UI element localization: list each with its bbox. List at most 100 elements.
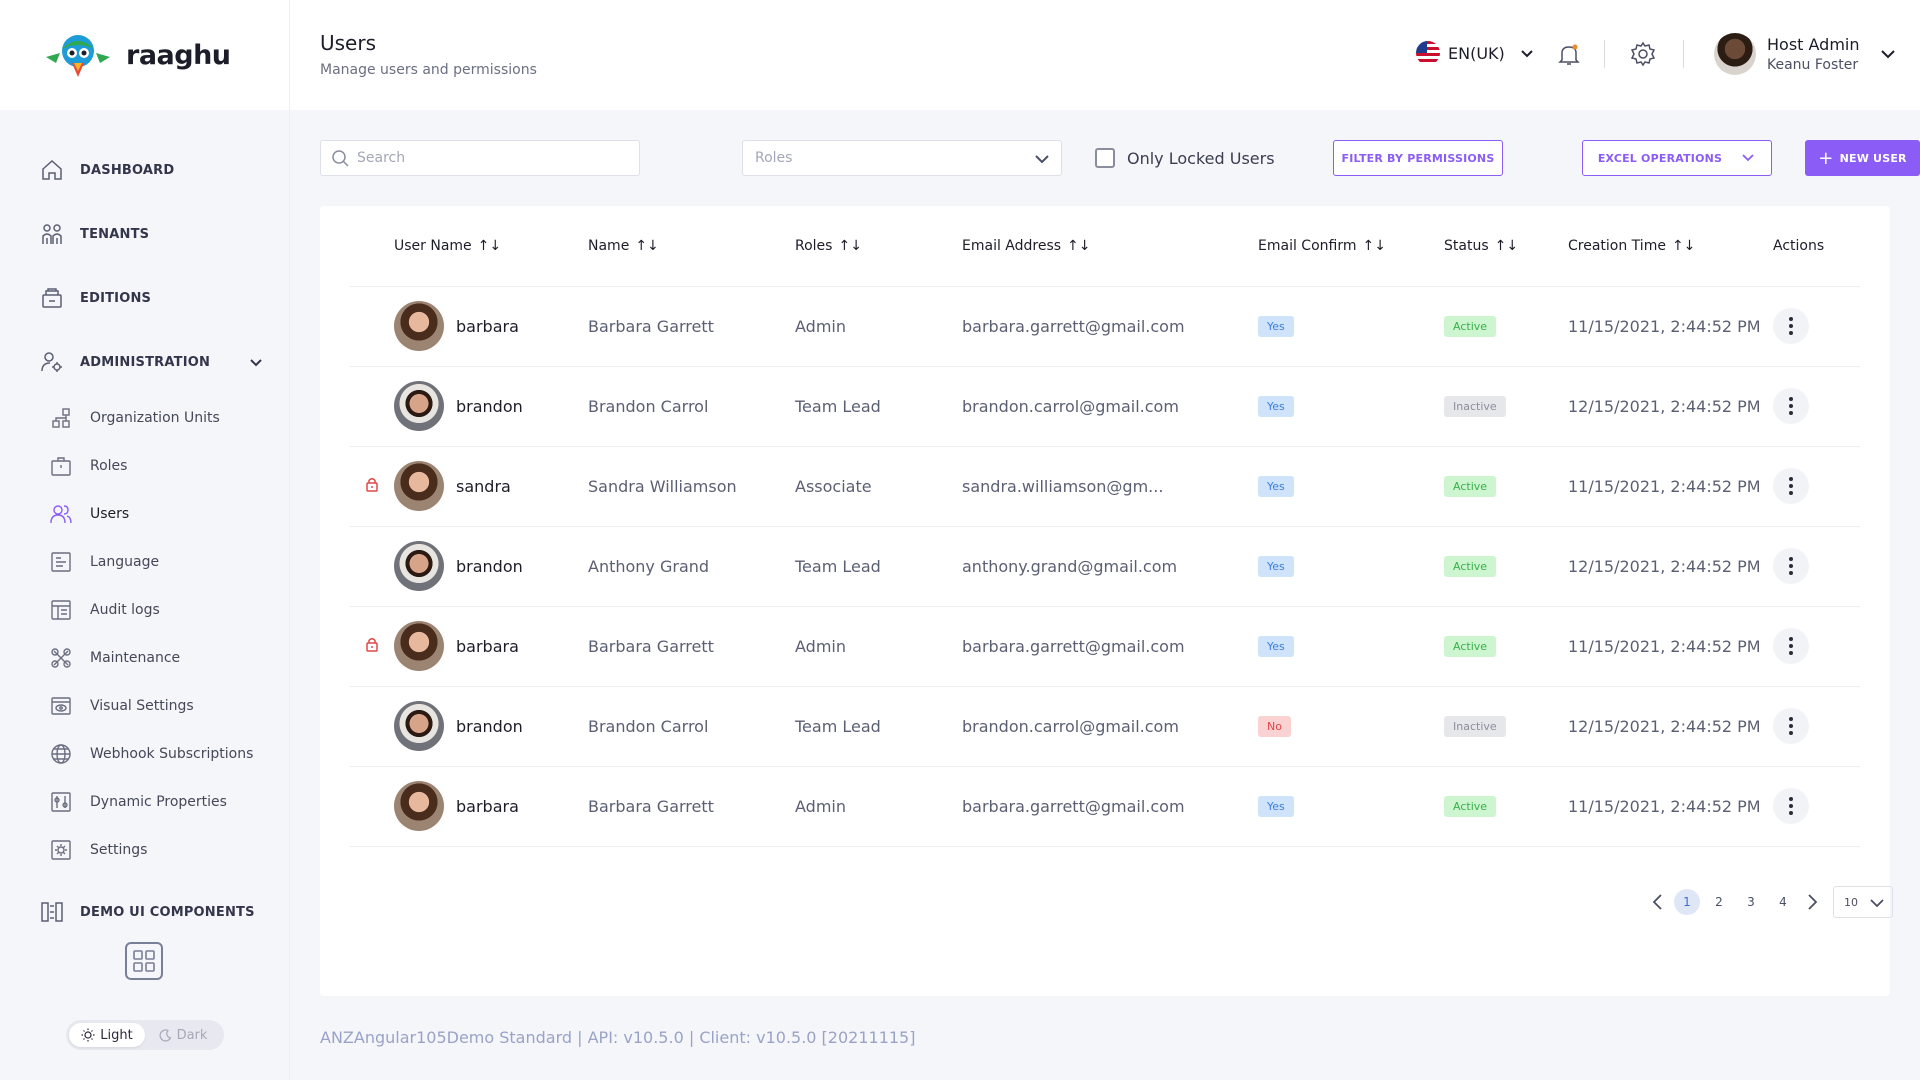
sidebar-item-dashboard[interactable]: DASHBOARD xyxy=(0,138,289,202)
sidebar-item-visual-settings[interactable]: Visual Settings xyxy=(0,682,289,730)
email-confirm-cell: Yes xyxy=(1258,286,1444,367)
lock-cell xyxy=(350,446,394,527)
column-header-email-confirm[interactable]: Email Confirm ↑↓ xyxy=(1258,206,1444,287)
sidebar-item-dynamic-properties[interactable]: Dynamic Properties xyxy=(0,778,289,826)
sidebar-item-language[interactable]: Language xyxy=(0,538,289,586)
sort-icon[interactable]: ↑↓ xyxy=(1362,238,1385,254)
column-header-name[interactable]: Name ↑↓ xyxy=(588,206,795,287)
apps-grid-button[interactable] xyxy=(125,942,163,980)
page-button-4[interactable]: 4 xyxy=(1770,889,1796,915)
notifications-button[interactable] xyxy=(1556,41,1582,67)
table-row[interactable]: brandon Anthony Grand Team Lead anthony.gra… xyxy=(350,526,1860,607)
user-sub-name: Keanu Foster xyxy=(1767,57,1859,73)
column-header-username[interactable]: User Name ↑↓ xyxy=(394,206,588,287)
settings-button[interactable] xyxy=(1630,41,1656,67)
column-header-roles[interactable]: Roles ↑↓ xyxy=(795,206,962,287)
username-cell: brandon xyxy=(394,686,588,767)
row-actions-button[interactable] xyxy=(1773,628,1809,664)
page-button-3[interactable]: 3 xyxy=(1738,889,1764,915)
column-header-creation-time[interactable]: Creation Time ↑↓ xyxy=(1568,206,1773,287)
sort-icon[interactable]: ↑↓ xyxy=(1672,238,1695,254)
email-cell: barbara.garrett@gmail.com xyxy=(962,766,1258,847)
excel-operations-label: EXCEL OPERATIONS xyxy=(1597,151,1723,165)
excel-operations-button[interactable]: EXCEL OPERATIONS xyxy=(1582,140,1772,176)
name-cell: Barbara Garrett xyxy=(588,286,795,367)
sidebar-item-settings[interactable]: Settings xyxy=(0,826,289,874)
sort-icon[interactable]: ↑↓ xyxy=(1495,238,1518,254)
sidebar-item-tenants[interactable]: TENANTS xyxy=(0,202,289,266)
next-page-button[interactable] xyxy=(1799,889,1825,915)
lock-cell xyxy=(350,686,394,767)
new-user-button[interactable]: + NEW USER xyxy=(1805,140,1920,176)
user-menu-chevron-icon[interactable] xyxy=(1879,45,1897,63)
sidebar-item-organization-units[interactable]: Organization Units xyxy=(0,394,289,442)
sidebar-item-audit-logs[interactable]: Audit logs xyxy=(0,586,289,634)
sidebar-item-label: Roles xyxy=(90,458,128,474)
language-icon xyxy=(51,552,71,572)
bell-icon xyxy=(1558,44,1580,65)
page-size-select[interactable]: 10 xyxy=(1833,886,1893,918)
search-input[interactable] xyxy=(357,150,627,166)
row-actions-button[interactable] xyxy=(1773,548,1809,584)
status-cell: Inactive xyxy=(1444,366,1568,447)
actions-cell xyxy=(1773,766,1860,847)
table-row[interactable]: brandon Brandon Carrol Team Lead brandon.ca… xyxy=(350,686,1860,767)
avatar xyxy=(394,301,444,351)
creation-time-cell: 11/15/2021, 2:44:52 PM xyxy=(1568,446,1773,527)
column-header-email[interactable]: Email Address ↑↓ xyxy=(962,206,1258,287)
theme-toggle: Light Dark xyxy=(66,1020,224,1050)
column-label: Roles xyxy=(795,237,833,254)
row-actions-button[interactable] xyxy=(1773,468,1809,504)
status-badge: Active xyxy=(1444,476,1497,497)
sidebar-item-label: Maintenance xyxy=(90,650,181,666)
sidebar-item-administration[interactable]: ADMINISTRATION xyxy=(0,330,289,394)
sidebar-item-label: Audit logs xyxy=(90,602,160,618)
more-vertical-icon xyxy=(1789,796,1793,817)
column-header-status[interactable]: Status ↑↓ xyxy=(1444,206,1568,287)
user-name: Host Admin xyxy=(1767,35,1860,54)
sort-icon[interactable]: ↑↓ xyxy=(838,238,861,254)
row-actions-button[interactable] xyxy=(1773,308,1809,344)
language-selector[interactable]: EN(UK) xyxy=(1416,41,1535,65)
email-cell: brandon.carrol@gmail.com xyxy=(962,686,1258,767)
status-badge: Active xyxy=(1444,556,1497,577)
row-actions-button[interactable] xyxy=(1773,388,1809,424)
sidebar-item-demo-ui-components[interactable]: DEMO UI COMPONENTS xyxy=(0,880,289,944)
row-actions-button[interactable] xyxy=(1773,708,1809,744)
sort-icon[interactable]: ↑↓ xyxy=(478,238,501,254)
theme-dark-label: Dark xyxy=(176,1027,208,1043)
page-button-2[interactable]: 2 xyxy=(1706,889,1732,915)
sidebar-item-users[interactable]: Users xyxy=(0,490,289,538)
creation-time-cell: 11/15/2021, 2:44:52 PM xyxy=(1568,606,1773,687)
email-cell: barbara.garrett@gmail.com xyxy=(962,286,1258,367)
sidebar-item-label: Visual Settings xyxy=(90,698,194,714)
only-locked-users-checkbox[interactable]: Only Locked Users xyxy=(1095,148,1275,168)
table-row[interactable]: brandon Brandon Carrol Team Lead brandon.ca… xyxy=(350,366,1860,447)
theme-dark-button[interactable]: Dark xyxy=(145,1023,221,1047)
logo[interactable]: raaghu xyxy=(0,0,289,110)
sidebar-item-roles[interactable]: Roles xyxy=(0,442,289,490)
email-confirm-cell: Yes xyxy=(1258,526,1444,607)
creation-time-cell: 11/15/2021, 2:44:52 PM xyxy=(1568,766,1773,847)
search-box[interactable] xyxy=(320,140,640,176)
page-button-1[interactable]: 1 xyxy=(1674,889,1700,915)
sort-icon[interactable]: ↑↓ xyxy=(635,238,658,254)
roles-dropdown[interactable]: Roles xyxy=(742,140,1062,176)
user-avatar[interactable] xyxy=(1714,33,1756,75)
sort-icon[interactable]: ↑↓ xyxy=(1067,238,1090,254)
table-row[interactable]: sandra Sandra Williamson Associate sandra.w… xyxy=(350,446,1860,527)
table-row[interactable]: barbara Barbara Garrett Admin barbara.garre… xyxy=(350,766,1860,847)
username: barbara xyxy=(456,316,519,336)
sidebar-item-editions[interactable]: EDITIONS xyxy=(0,266,289,330)
prev-page-button[interactable] xyxy=(1645,889,1671,915)
sidebar-item-webhook-subscriptions[interactable]: Webhook Subscriptions xyxy=(0,730,289,778)
sidebar-item-maintenance[interactable]: Maintenance xyxy=(0,634,289,682)
column-label: Status xyxy=(1444,237,1489,254)
avatar xyxy=(394,381,444,431)
filter-by-permissions-button[interactable]: FILTER BY PERMISSIONS xyxy=(1333,140,1503,176)
table-row[interactable]: barbara Barbara Garrett Admin barbara.garre… xyxy=(350,286,1860,367)
theme-light-button[interactable]: Light xyxy=(69,1023,145,1047)
row-actions-button[interactable] xyxy=(1773,788,1809,824)
checkbox-box[interactable] xyxy=(1095,148,1115,168)
table-row[interactable]: barbara Barbara Garrett Admin barbara.garre… xyxy=(350,606,1860,687)
